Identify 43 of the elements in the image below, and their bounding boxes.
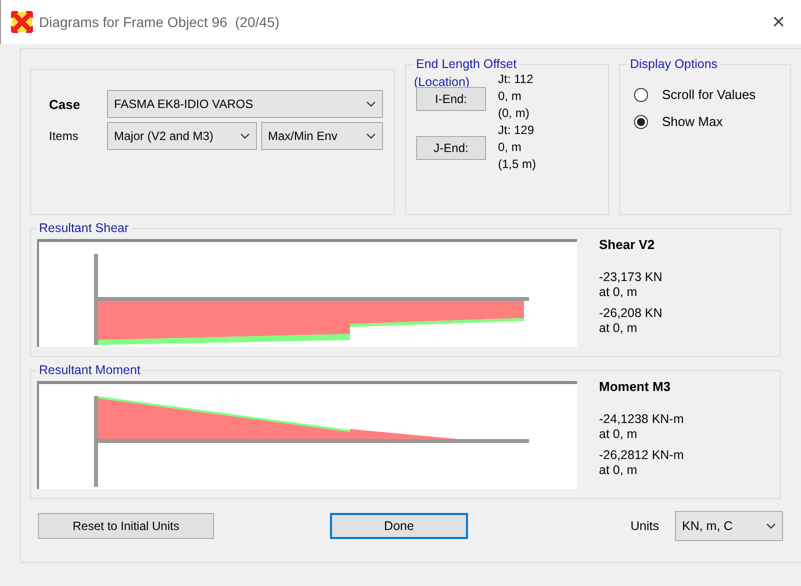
end-button[interactable]: J-End: xyxy=(416,136,486,160)
case-label: Case xyxy=(48,96,82,112)
location-value: at 0, m xyxy=(599,427,638,442)
app-logo-icon xyxy=(11,11,33,33)
dropdown-caret-icon xyxy=(240,133,250,139)
option-label[interactable]: Scroll for Values xyxy=(662,87,756,102)
max-value: -24,1238 KN-m xyxy=(599,412,684,427)
diagram-heading: Moment M3 xyxy=(599,379,672,394)
dropdown-caret-icon xyxy=(766,523,776,529)
max-value: -26,2812 KN-m xyxy=(599,448,684,463)
group-title: Display Options xyxy=(629,57,719,71)
radio-button[interactable] xyxy=(634,88,648,102)
location-value: at 0, m xyxy=(599,321,638,336)
diagram-heading: Shear V2 xyxy=(599,237,656,252)
end-button[interactable]: I-End: xyxy=(416,86,486,110)
units-dropdown[interactable]: KN, m, C xyxy=(675,511,783,541)
location-value: (1,5 m) xyxy=(498,156,538,173)
max-value: -26,208 KN xyxy=(599,306,662,321)
window-title: Diagrams for Frame Object 96 (20/45) xyxy=(39,14,280,30)
done-button[interactable]: Done xyxy=(330,513,468,539)
dropdown-caret-icon xyxy=(366,101,376,107)
group-title: Resultant Shear xyxy=(38,221,130,235)
location-value: at 0, m xyxy=(599,285,638,300)
items-dropdown[interactable]: Major (V2 and M3) xyxy=(107,122,257,150)
joint-label: Jt: 112 xyxy=(498,71,534,88)
case-dropdown[interactable]: FASMA EK8-IDIO VAROS xyxy=(107,90,383,118)
units-label: Units xyxy=(630,519,659,533)
group-title: Resultant Moment xyxy=(38,363,142,377)
items-label: Items xyxy=(48,129,80,143)
offset-value: 0, m xyxy=(498,139,522,156)
dropdown-caret-icon xyxy=(366,133,376,139)
close-button[interactable]: × xyxy=(766,9,791,35)
group-subtitle: (Location) xyxy=(414,75,470,89)
offset-value: 0, m xyxy=(498,88,522,105)
location-value: at 0, m xyxy=(599,463,638,478)
joint-label: Jt: 129 xyxy=(498,122,536,139)
reset-units-button[interactable]: Reset to Initial Units xyxy=(38,513,214,539)
envelope-dropdown[interactable]: Max/Min Env xyxy=(261,122,383,150)
radio-button[interactable] xyxy=(634,114,648,128)
group-title: End Length Offset xyxy=(415,57,518,71)
option-label[interactable]: Show Max xyxy=(662,114,723,129)
location-value: (0, m) xyxy=(498,105,530,122)
max-value: -23,173 KN xyxy=(599,270,662,285)
